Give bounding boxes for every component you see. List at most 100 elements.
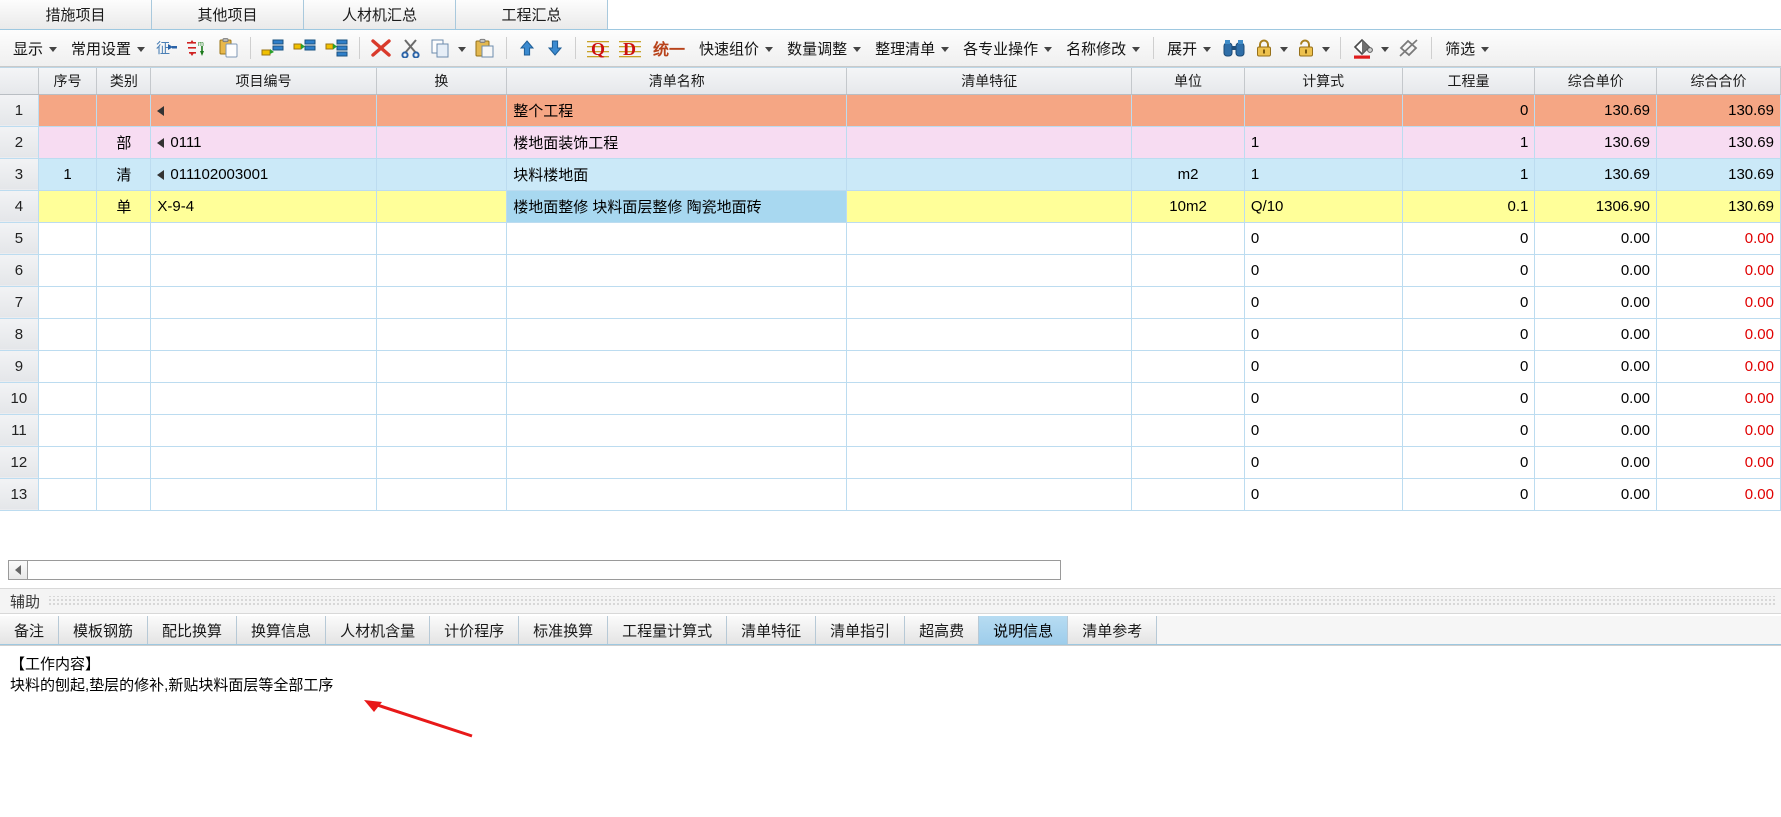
cell-seq[interactable] — [38, 350, 98, 383]
cell-qty[interactable]: 1 — [1402, 158, 1536, 191]
cell-code[interactable]: 011102003001 — [150, 158, 377, 191]
cell-feature[interactable] — [846, 126, 1133, 159]
cell-name[interactable] — [506, 446, 848, 479]
cell-total[interactable]: 0.00 — [1656, 478, 1781, 511]
insert-row-icon[interactable]: 征 — [152, 34, 182, 62]
module-tab-4[interactable]: 工程汇总 — [456, 0, 608, 29]
cell-cat[interactable] — [96, 382, 152, 415]
row-number-cell[interactable]: 6 — [0, 254, 39, 287]
grid-column-header[interactable] — [0, 68, 39, 95]
cell-name[interactable] — [506, 414, 848, 447]
cell-feature[interactable] — [846, 286, 1133, 319]
cell-unit[interactable] — [1131, 414, 1245, 447]
row-number-cell[interactable]: 12 — [0, 446, 39, 479]
cell-feature[interactable] — [846, 254, 1133, 287]
table-row[interactable]: 4 单 X-9-4 楼地面整修 块料面层整修 陶瓷地面砖 10m2 Q/10 0.1 1306… — [0, 190, 1781, 223]
cell-qty[interactable]: 0 — [1402, 286, 1536, 319]
detail-tab-2[interactable]: 模板钢筋 — [59, 616, 149, 644]
insert-after-icon[interactable] — [321, 34, 353, 62]
table-row[interactable]: 1 整个工程 0 130.69 130.69 — [0, 94, 1781, 127]
cell-code[interactable]: X-9-4 — [150, 190, 377, 223]
cell-code[interactable] — [150, 414, 377, 447]
cell-total[interactable]: 0.00 — [1656, 254, 1781, 287]
cell-formula[interactable]: 1 — [1244, 126, 1403, 159]
cell-name[interactable] — [506, 318, 848, 351]
scroll-left-button[interactable] — [8, 560, 28, 580]
cell-code[interactable] — [150, 254, 377, 287]
grid-column-header[interactable]: 综合合价 — [1656, 68, 1781, 95]
grid-column-header[interactable]: 序号 — [38, 68, 98, 95]
detail-tab-7[interactable]: 标准换算 — [519, 616, 609, 644]
row-number-cell[interactable]: 1 — [0, 94, 39, 127]
cell-conv[interactable] — [376, 254, 508, 287]
cell-total[interactable]: 130.69 — [1656, 190, 1781, 223]
grid-column-header[interactable]: 工程量 — [1402, 68, 1536, 95]
cell-qty[interactable]: 0.1 — [1402, 190, 1536, 223]
row-number-cell[interactable]: 10 — [0, 382, 39, 415]
cell-formula[interactable]: 0 — [1244, 350, 1403, 383]
cell-qty[interactable]: 0 — [1402, 382, 1536, 415]
clipboard-icon[interactable] — [214, 34, 244, 62]
delete-x-icon[interactable] — [366, 34, 396, 62]
cell-unit[interactable]: m2 — [1131, 158, 1245, 191]
grid-column-header[interactable]: 类别 — [96, 68, 152, 95]
display-dropdown-button[interactable]: 显示 — [6, 34, 64, 63]
cell-name[interactable] — [506, 382, 848, 415]
cell-seq[interactable] — [38, 446, 98, 479]
cell-qty[interactable]: 1 — [1402, 126, 1536, 159]
cell-seq[interactable] — [38, 414, 98, 447]
cell-code[interactable] — [150, 350, 377, 383]
cell-unit[interactable] — [1131, 222, 1245, 255]
cell-feature[interactable] — [846, 190, 1133, 223]
grid-column-header[interactable]: 换 — [376, 68, 508, 95]
expand-triangle-icon[interactable] — [157, 169, 165, 180]
unify-button[interactable]: 统一 — [646, 33, 692, 63]
cell-price[interactable]: 130.69 — [1534, 158, 1658, 191]
rename-dropdown-button[interactable]: 名称修改 — [1059, 34, 1147, 63]
binoculars-icon[interactable] — [1218, 34, 1250, 62]
cell-seq[interactable] — [38, 286, 98, 319]
cell-feature[interactable] — [846, 382, 1133, 415]
table-row[interactable]: 6 0 0 0.00 0.00 — [0, 254, 1781, 287]
grid-column-header[interactable]: 清单特征 — [846, 68, 1133, 95]
insert-same-icon[interactable] — [289, 34, 321, 62]
cell-conv[interactable] — [376, 446, 508, 479]
detail-tab-9[interactable]: 清单特征 — [727, 616, 817, 644]
cell-qty[interactable]: 0 — [1402, 318, 1536, 351]
expand-triangle-icon[interactable] — [157, 137, 165, 148]
cell-formula[interactable]: Q/10 — [1244, 190, 1403, 223]
fill-color-icon[interactable] — [1347, 34, 1379, 62]
grid-column-header[interactable]: 计算式 — [1244, 68, 1403, 95]
cell-feature[interactable] — [846, 222, 1133, 255]
cell-qty[interactable]: 0 — [1402, 94, 1536, 127]
grid-column-header[interactable]: 清单名称 — [506, 68, 848, 95]
cell-price[interactable]: 130.69 — [1534, 94, 1658, 127]
insert-sub-icon[interactable] — [257, 34, 289, 62]
quantity-adjust-dropdown-button[interactable]: 数量调整 — [780, 34, 868, 63]
cell-price[interactable]: 0.00 — [1534, 414, 1658, 447]
auxiliary-splitter-bar[interactable]: 辅助 — [0, 588, 1781, 614]
cell-cat[interactable] — [96, 222, 152, 255]
table-row[interactable]: 3 1 清 011102003001 块料楼地面 m2 1 1 130.69 130.69 — [0, 158, 1781, 191]
lock-open-icon[interactable] — [1292, 34, 1320, 62]
cell-seq[interactable] — [38, 254, 98, 287]
cell-formula[interactable]: 0 — [1244, 286, 1403, 319]
cell-seq[interactable] — [38, 222, 98, 255]
module-tab-2[interactable]: 其他项目 — [152, 0, 304, 29]
chevron-down-icon[interactable] — [1322, 46, 1331, 52]
cell-conv[interactable] — [376, 318, 508, 351]
cell-seq[interactable] — [38, 190, 98, 223]
cell-total[interactable]: 0.00 — [1656, 414, 1781, 447]
cell-formula[interactable]: 1 — [1244, 158, 1403, 191]
cell-cat[interactable] — [96, 94, 152, 127]
cell-feature[interactable] — [846, 158, 1133, 191]
cell-unit[interactable] — [1131, 126, 1245, 159]
cell-total[interactable]: 0.00 — [1656, 286, 1781, 319]
cell-code[interactable]: 0111 — [150, 126, 377, 159]
cell-price[interactable]: 0.00 — [1534, 318, 1658, 351]
cell-unit[interactable] — [1131, 318, 1245, 351]
cell-cat[interactable]: 部 — [96, 126, 152, 159]
cell-unit[interactable] — [1131, 350, 1245, 383]
cell-qty[interactable]: 0 — [1402, 446, 1536, 479]
cell-cat[interactable] — [96, 414, 152, 447]
